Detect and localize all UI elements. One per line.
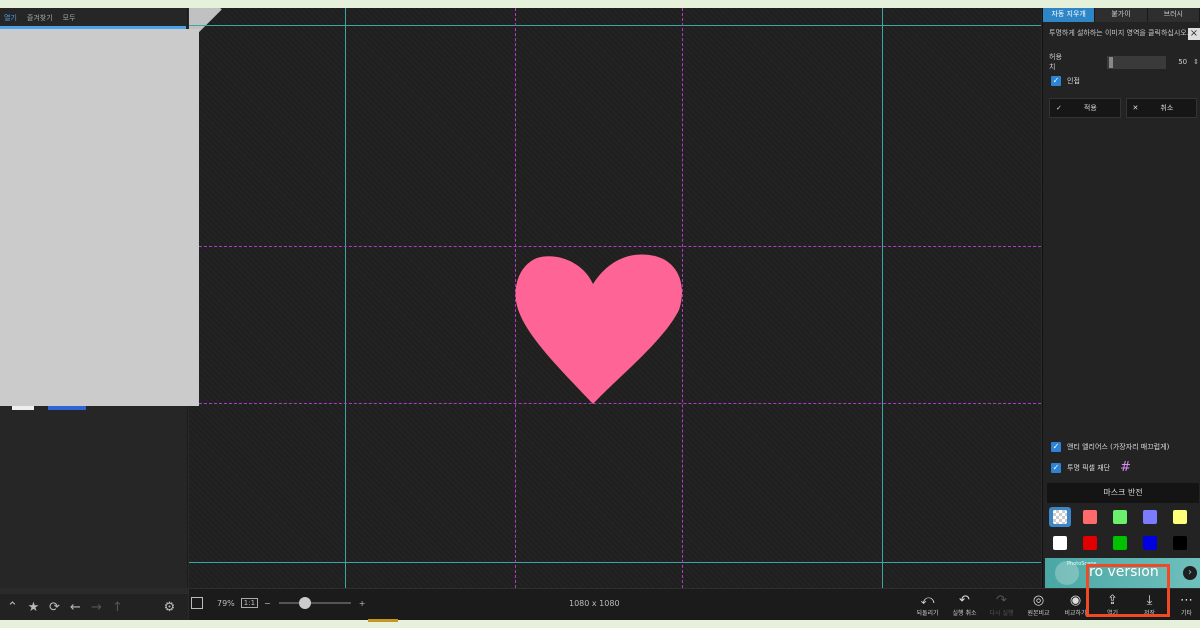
bottom-toolbar: 79% 1:1 − + 1080 x 1080 ⤺ 되돌리기 ↶ 실행 취소 ↷ 다시… [189, 588, 1200, 620]
tool-tabs: 자동 지우개 붙가이 브러시 [1043, 8, 1200, 22]
tab-favorites[interactable]: 즐겨찾기 [27, 13, 53, 23]
guide-line-bottom [189, 562, 1041, 563]
image-dimensions: 1080 x 1080 [569, 599, 620, 608]
apply-label: 적용 [1083, 104, 1097, 112]
zoom-controls: 79% 1:1 − + [191, 597, 365, 609]
more-button[interactable]: ⋯ 기타 [1168, 589, 1200, 621]
arrow-left-icon[interactable]: ← [65, 597, 86, 618]
cancel-button[interactable]: ✕ 취소 [1125, 98, 1197, 118]
actual-size-button[interactable]: 1:1 [240, 598, 259, 608]
tab-fill[interactable]: 붙가이 [1095, 8, 1148, 22]
adjacent-checkbox-row[interactable]: ✓ 인접 [1051, 76, 1080, 86]
undo-all-icon: ⤺ [920, 592, 935, 608]
arrow-right-icon[interactable]: → [86, 597, 107, 618]
zoom-in-button[interactable]: + [359, 599, 366, 608]
chevron-up-icon[interactable]: ⌃ [2, 597, 23, 618]
color-swatch[interactable] [1049, 533, 1071, 553]
tolerance-slider[interactable] [1107, 55, 1167, 69]
color-swatch[interactable] [1139, 507, 1161, 527]
zoom-out-button[interactable]: − [264, 599, 271, 608]
gray-overlay-panel [0, 29, 199, 406]
redo-label: 다시 실행 [989, 609, 1014, 617]
color-swatch[interactable] [1049, 507, 1071, 527]
arrow-up-icon[interactable]: ↑ [107, 597, 128, 618]
tab-all[interactable]: 모두 [63, 13, 76, 23]
revert-button[interactable]: ⤺ 되돌리기 [909, 589, 946, 621]
refresh-icon[interactable]: ⟳ [44, 597, 65, 618]
color-swatch[interactable] [1109, 507, 1131, 527]
redo-button[interactable]: ↷ 다시 실행 [983, 589, 1020, 621]
instruction-text: 투명하게 설하하는 이미지 영역을 클릭하십시오. [1049, 29, 1189, 37]
zoom-knob[interactable] [298, 597, 311, 609]
left-bottom-toolbar: ⌃ ★ ⟳ ← → ↑ ⚙ [0, 594, 188, 620]
guide-line-left [345, 8, 346, 588]
tolerance-label: 허용치 [1049, 53, 1062, 71]
color-swatch[interactable] [1139, 533, 1161, 553]
tab-open[interactable]: 열기 [4, 13, 17, 23]
tolerance-row: 허용치 50 ⇕ [1049, 53, 1199, 71]
close-icon[interactable]: × [1188, 28, 1200, 40]
more-icon: ⋯ [1180, 592, 1193, 608]
tolerance-value[interactable]: 50 [1178, 58, 1187, 66]
right-tool-panel: 자동 지우개 붙가이 브러시 × 투명하게 설하하는 이미지 영역을 클릭하십시… [1042, 8, 1200, 588]
x-icon: ✕ [1132, 104, 1139, 112]
gear-icon[interactable]: ⚙ [159, 597, 180, 618]
crop-hash-icon[interactable]: # [1120, 460, 1131, 475]
color-swatches [1049, 507, 1200, 553]
guide-line-top [189, 25, 1041, 26]
undo-button[interactable]: ↶ 실행 취소 [946, 589, 983, 621]
color-swatch[interactable] [1079, 507, 1101, 527]
apply-button[interactable]: ✓ 적용 [1049, 98, 1121, 118]
checkbox-checked-icon[interactable]: ✓ [1051, 76, 1061, 86]
original-compare-label: 원본비교 [1027, 609, 1050, 617]
compare-icon: ◉ [1069, 592, 1082, 608]
guide-line-right [882, 8, 883, 588]
tab-auto-eraser[interactable]: 자동 지우개 [1043, 8, 1096, 22]
antialias-checkbox-row[interactable]: ✓ 앤티 엘리어스 (가장자리 매끄럽게) [1051, 442, 1169, 452]
app-window: 열기 즐겨찾기 모두 ⌃ ★ ⟳ ← → ↑ ⚙ 자동 지우개 붙가이 브러시 … [0, 8, 1200, 620]
color-swatch[interactable] [1169, 533, 1191, 553]
mask-invert-button[interactable]: 마스크 반전 [1047, 483, 1199, 503]
orange-indicator [368, 619, 398, 622]
zoom-slider[interactable] [278, 597, 351, 609]
checkbox-checked-icon[interactable]: ✓ [1051, 442, 1061, 452]
adjacent-label: 인접 [1067, 77, 1080, 85]
tab-brush[interactable]: 브러시 [1147, 8, 1200, 22]
heart-shape[interactable] [513, 246, 685, 406]
action-buttons: ✓ 적용 ✕ 취소 [1049, 98, 1197, 118]
highlight-box [1086, 564, 1170, 617]
original-compare-button[interactable]: ◎ 원본비교 [1020, 589, 1057, 621]
page-bottom-strip [0, 620, 1200, 628]
original-compare-icon: ◎ [1032, 592, 1045, 608]
color-swatch[interactable] [1169, 507, 1191, 527]
fit-screen-icon[interactable] [191, 597, 203, 609]
more-label: 기타 [1180, 609, 1193, 617]
slider-knob[interactable] [1109, 56, 1114, 68]
undo-label: 실행 취소 [952, 609, 977, 617]
checkbox-checked-icon[interactable]: ✓ [1051, 462, 1061, 473]
redo-icon: ↷ [996, 592, 1007, 608]
undo-icon: ↶ [959, 592, 970, 608]
revert-label: 되돌리기 [916, 609, 939, 617]
antialias-label: 앤티 엘리어스 (가장자리 매끄럽게) [1067, 443, 1170, 451]
chevron-right-icon[interactable]: › [1183, 566, 1197, 580]
trim-label: 투명 픽셀 재단 [1067, 463, 1111, 472]
color-swatch[interactable] [1109, 533, 1131, 553]
check-icon: ✓ [1056, 104, 1062, 112]
zoom-level[interactable]: 79% [217, 599, 235, 608]
color-swatch[interactable] [1079, 533, 1101, 553]
editing-canvas[interactable] [189, 8, 1041, 588]
left-tabs: 열기 즐겨찾기 모두 [0, 8, 187, 28]
trim-checkbox-row[interactable]: ✓ 투명 픽셀 재단 # [1051, 460, 1131, 475]
compare-label: 비교하기 [1064, 609, 1087, 617]
spinner-icon[interactable]: ⇕ [1193, 58, 1199, 66]
star-icon[interactable]: ★ [23, 597, 44, 618]
cancel-label: 취소 [1160, 104, 1174, 112]
